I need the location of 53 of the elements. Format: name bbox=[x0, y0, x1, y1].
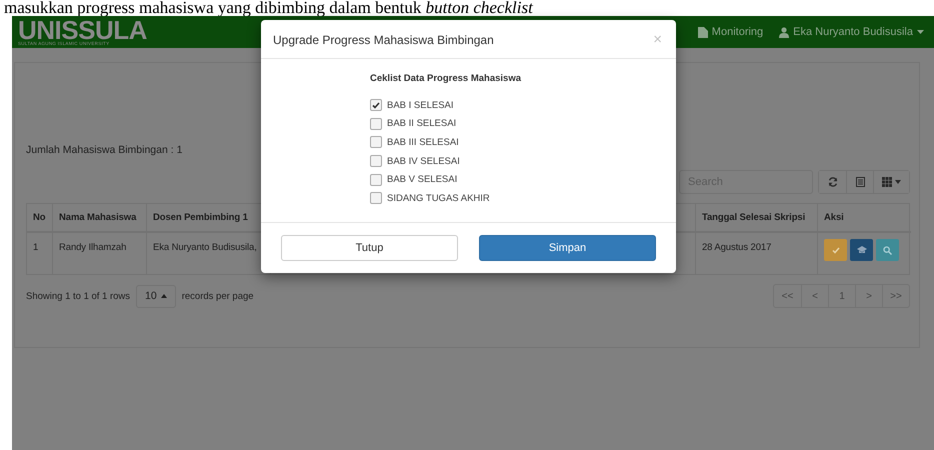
column-header: Nama Mahasiswa bbox=[53, 204, 147, 233]
column-header: No bbox=[27, 204, 53, 233]
records-label: records per page bbox=[182, 290, 254, 302]
graduation-cap-button[interactable] bbox=[850, 239, 873, 261]
student-count: Jumlah Mahasiswa Bimbingan : 1 bbox=[26, 144, 184, 156]
table-cell: 28 Agustus 2017 bbox=[696, 233, 818, 274]
page-size-dropdown[interactable]: 10 bbox=[136, 284, 176, 308]
grid-icon bbox=[882, 177, 892, 187]
magnifier-icon bbox=[883, 246, 892, 254]
checkbox[interactable] bbox=[370, 155, 382, 168]
checkbox[interactable] bbox=[370, 118, 382, 130]
close-dialog-button[interactable]: Tutup bbox=[281, 234, 458, 261]
page-link[interactable]: > bbox=[855, 285, 882, 307]
checkbox-label: BAB I SELESAI bbox=[387, 100, 454, 111]
caret-icon bbox=[160, 294, 167, 298]
column-header: Tanggal Selesai Skripsi bbox=[696, 204, 818, 233]
caret-icon bbox=[917, 30, 924, 34]
save-button[interactable]: Simpan bbox=[479, 234, 656, 261]
page-link[interactable]: 1 bbox=[828, 285, 855, 307]
list-icon bbox=[856, 177, 864, 187]
columns-button[interactable] bbox=[873, 171, 909, 193]
checkbox[interactable] bbox=[370, 192, 382, 204]
checkbox[interactable] bbox=[370, 99, 382, 112]
table-cell: 1 bbox=[27, 233, 53, 274]
user-icon bbox=[779, 26, 790, 38]
checklist-heading: Ceklist Data Progress Mahasiswa bbox=[370, 73, 522, 84]
checkbox[interactable] bbox=[370, 136, 382, 148]
nav-link[interactable]: Monitoring bbox=[698, 26, 764, 38]
checkbox-label: BAB II SELESAI bbox=[387, 118, 456, 130]
checkbox-label: BAB V SELESAI bbox=[387, 174, 458, 186]
checkbox-label: BAB III SELESAI bbox=[387, 136, 459, 148]
caret-icon bbox=[895, 180, 901, 184]
graduation-cap-icon bbox=[856, 246, 866, 254]
check-button[interactable] bbox=[824, 239, 847, 261]
checkbox-label: SIDANG TUGAS AKHIR bbox=[387, 192, 490, 204]
dialog-title: Upgrade Progress Mahasiswa Bimbingan bbox=[273, 32, 494, 46]
close-button[interactable]: × bbox=[653, 32, 662, 47]
file-icon bbox=[698, 26, 708, 38]
logo-text: UNISSULA bbox=[18, 18, 147, 40]
table-cell: Randy Ilhamzah bbox=[53, 233, 147, 274]
document-caption: masukkan progress mahasiswa yang dibimbing dalam bentuk button checklist bbox=[3, 0, 534, 16]
rows-info: Showing 1 to 1 of 1 rows bbox=[26, 290, 130, 302]
refresh-icon bbox=[828, 177, 838, 187]
page-link[interactable]: < bbox=[801, 285, 828, 307]
zoom-button[interactable] bbox=[876, 239, 899, 261]
check-icon bbox=[832, 246, 840, 254]
nav-link[interactable]: Eka Nuryanto Budisusila bbox=[779, 26, 924, 38]
column-header: Aksi bbox=[818, 204, 911, 233]
page-link[interactable]: << bbox=[774, 285, 801, 307]
checkbox[interactable] bbox=[370, 174, 382, 186]
checkbox-label: BAB IV SELESAI bbox=[387, 156, 460, 167]
check-icon bbox=[372, 102, 380, 109]
page-link[interactable]: >> bbox=[882, 285, 909, 307]
